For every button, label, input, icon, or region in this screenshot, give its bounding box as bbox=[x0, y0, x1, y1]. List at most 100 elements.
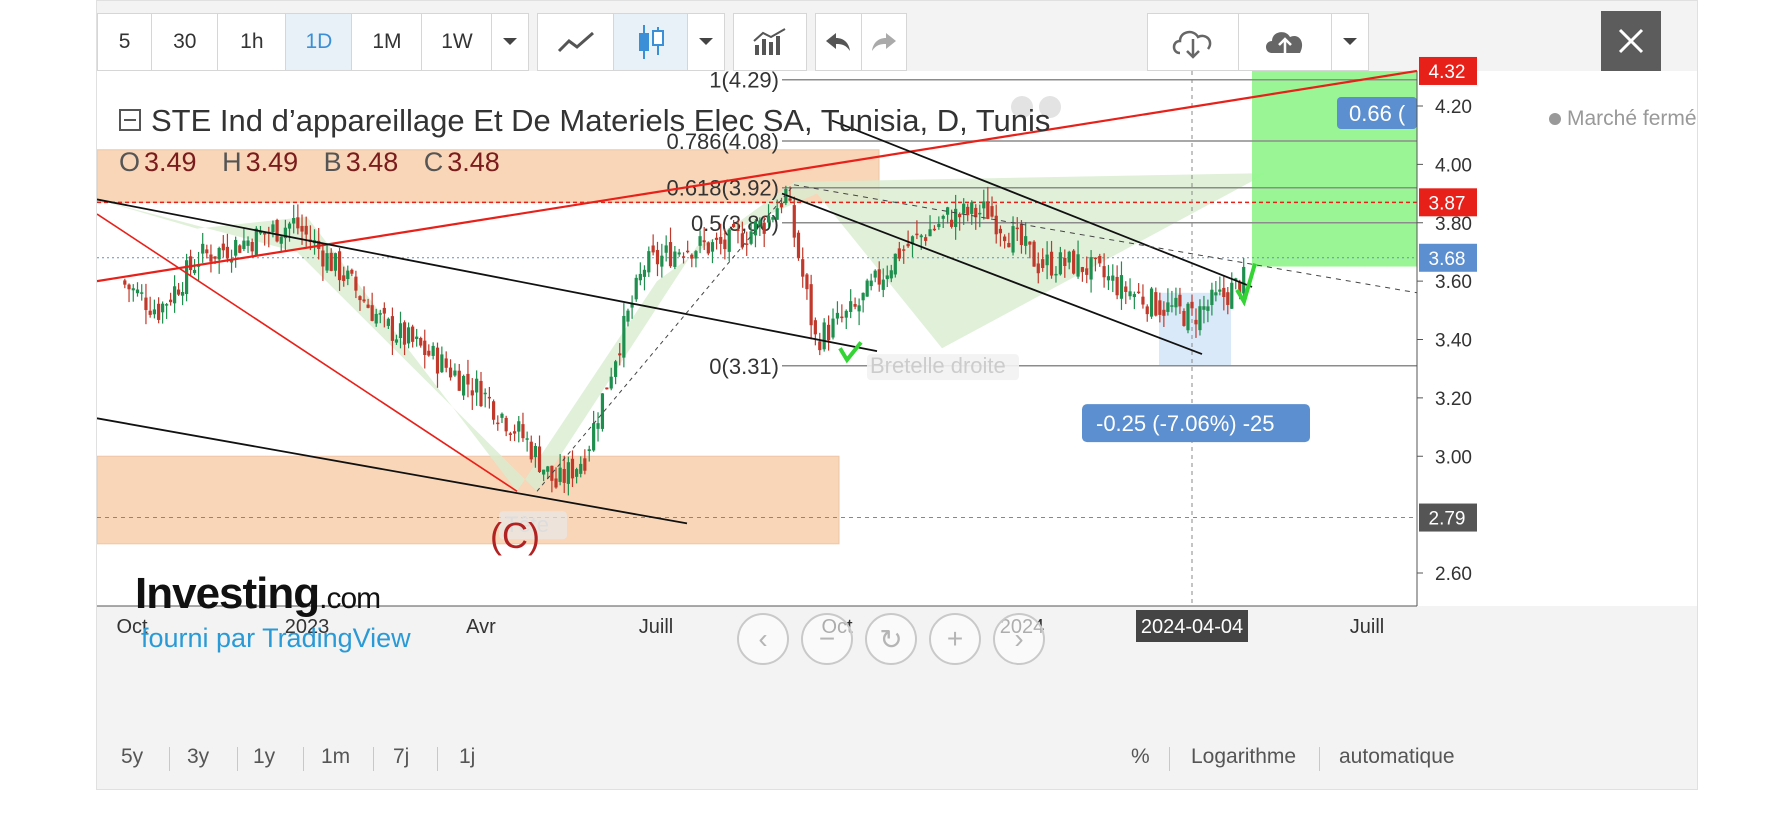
candle-body bbox=[1162, 309, 1166, 316]
candle-body bbox=[1128, 291, 1132, 297]
candle-body bbox=[1080, 267, 1085, 272]
candle-body bbox=[483, 392, 487, 395]
candle-body bbox=[217, 247, 221, 260]
auto-scale-toggle[interactable]: automatique bbox=[1339, 745, 1455, 769]
candle-body bbox=[402, 322, 407, 345]
candle-body bbox=[958, 213, 962, 218]
range-5y-button[interactable]: 5y bbox=[121, 745, 143, 769]
chevron-left-icon: ‹ bbox=[758, 623, 768, 654]
candle-body bbox=[329, 252, 333, 271]
candle-body bbox=[681, 256, 686, 258]
candle-body bbox=[238, 245, 242, 253]
candle-body bbox=[840, 316, 844, 319]
candle-body bbox=[296, 217, 300, 229]
symbol-title: STE Ind d’appareillage Et De Materiels E… bbox=[151, 103, 1051, 138]
candle-body bbox=[1098, 255, 1102, 264]
candle-body bbox=[457, 370, 461, 391]
candle-body bbox=[566, 462, 570, 484]
range-1y-button[interactable]: 1y bbox=[253, 745, 275, 769]
candle-body bbox=[462, 375, 466, 396]
candle-body bbox=[378, 313, 382, 315]
candle-body bbox=[1186, 303, 1190, 331]
candle-body bbox=[902, 249, 906, 251]
y-tick-label: 2.60 bbox=[1435, 564, 1472, 585]
candle-body bbox=[919, 235, 923, 238]
candle-body bbox=[127, 284, 131, 290]
candle-body bbox=[885, 275, 889, 280]
x-tick-label: Avr bbox=[466, 616, 496, 638]
annotation-bretelle: Bretelle droite bbox=[870, 353, 1006, 378]
logo-main-text: Investing bbox=[135, 569, 320, 618]
candle-body bbox=[634, 277, 638, 300]
candle-body bbox=[550, 465, 554, 481]
candle-body bbox=[537, 446, 542, 473]
scroll-right-button[interactable]: › bbox=[993, 613, 1045, 665]
scroll-left-button[interactable]: ‹ bbox=[737, 613, 789, 665]
candle-body bbox=[771, 217, 775, 220]
candle-body bbox=[406, 327, 411, 344]
candle-body bbox=[1015, 227, 1019, 230]
range-1m-button[interactable]: 1m bbox=[321, 745, 350, 769]
collapse-legend-icon[interactable] bbox=[119, 108, 141, 131]
candle-body bbox=[1174, 297, 1178, 308]
candle-body bbox=[1019, 223, 1024, 246]
range-7j-button[interactable]: 7j bbox=[393, 745, 409, 769]
zoom-out-button[interactable]: − bbox=[801, 613, 853, 665]
candle-body bbox=[647, 251, 651, 273]
candle-body bbox=[714, 237, 719, 240]
candle-body bbox=[592, 423, 596, 451]
candle-body bbox=[869, 280, 873, 287]
provided-by-link[interactable]: fourni par TradingView bbox=[141, 623, 411, 654]
candle-body bbox=[415, 336, 419, 339]
candle-body bbox=[201, 243, 205, 254]
candle-body bbox=[177, 289, 181, 295]
candle-body bbox=[928, 229, 932, 237]
candle-body bbox=[144, 297, 148, 311]
candle-body bbox=[475, 378, 479, 393]
candle-body bbox=[727, 229, 731, 252]
candle-body bbox=[792, 205, 796, 238]
zoom-in-button[interactable]: + bbox=[929, 613, 981, 665]
price-label: 2.79 bbox=[1429, 509, 1466, 530]
candle-body bbox=[192, 269, 197, 274]
candle-body bbox=[205, 249, 209, 254]
candle-body bbox=[579, 463, 583, 474]
candle-body bbox=[321, 250, 325, 267]
candle-body bbox=[504, 417, 508, 432]
candle-body bbox=[1007, 242, 1011, 248]
price-label: 4.32 bbox=[1429, 62, 1466, 83]
candle-body bbox=[558, 467, 562, 482]
candle-body bbox=[827, 324, 831, 341]
y-tick-label: 3.60 bbox=[1435, 272, 1472, 293]
range-3y-button[interactable]: 3y bbox=[187, 745, 209, 769]
range-1j-button[interactable]: 1j bbox=[459, 745, 475, 769]
range-divider bbox=[303, 747, 304, 771]
candle-body bbox=[897, 248, 901, 259]
candle-body bbox=[542, 469, 546, 475]
candle-body bbox=[622, 315, 626, 358]
candle-body bbox=[805, 274, 809, 290]
candle-body bbox=[554, 478, 558, 488]
candle-body bbox=[1093, 257, 1098, 260]
candle-body bbox=[337, 251, 342, 281]
candle-body bbox=[775, 208, 779, 220]
log-scale-toggle[interactable]: Logarithme bbox=[1191, 745, 1296, 769]
candle-body bbox=[1154, 292, 1158, 316]
annotation-wave-c: (C) bbox=[490, 515, 540, 556]
candle-body bbox=[889, 270, 893, 279]
candle-body bbox=[279, 236, 283, 244]
candle-body bbox=[180, 291, 185, 296]
range-divider bbox=[437, 747, 438, 771]
y-tick-label: 4.00 bbox=[1435, 155, 1472, 176]
candle-body bbox=[1210, 289, 1214, 306]
candle-body bbox=[796, 232, 801, 259]
candle-body bbox=[1003, 236, 1007, 242]
reset-button[interactable]: ↻ bbox=[865, 613, 917, 665]
candle-body bbox=[254, 228, 258, 256]
candle-body bbox=[966, 206, 970, 216]
candle-body bbox=[1194, 319, 1198, 325]
percent-toggle[interactable]: % bbox=[1131, 745, 1150, 769]
candle-body bbox=[225, 246, 230, 259]
candle-body bbox=[753, 221, 758, 236]
chart-widget: 5 30 1h 1D 1M 1W 1(4.29) 0.786(4.08) 0.6… bbox=[96, 0, 1698, 790]
